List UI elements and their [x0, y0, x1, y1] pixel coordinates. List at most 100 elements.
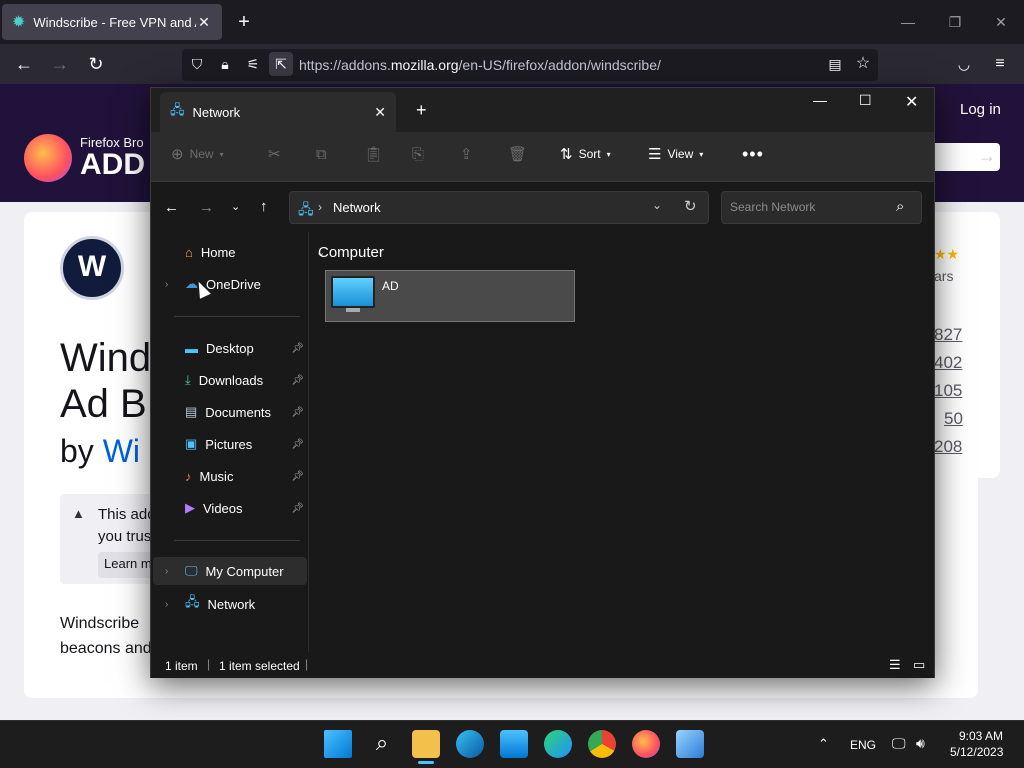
clock-date[interactable]: 5/12/2023: [950, 745, 1003, 759]
new-tab-button[interactable]: +: [416, 100, 427, 121]
add-icon: ⊕: [171, 146, 184, 163]
share-icon[interactable]: ⇪: [460, 142, 473, 166]
search-icon[interactable]: ⌕: [368, 730, 396, 758]
stat-link[interactable]: 827: [934, 325, 962, 345]
more-options-icon[interactable]: •••: [742, 142, 764, 166]
clock-time[interactable]: 9:03 AM: [959, 729, 1003, 743]
refresh-icon[interactable]: ↻: [684, 197, 697, 215]
maximize-icon[interactable]: ☐: [859, 92, 872, 109]
nav-item-downloads[interactable]: ⤓ Downloads 📌︎: [160, 366, 306, 394]
copy-icon[interactable]: ⧉: [316, 142, 327, 166]
address-dropdown-icon[interactable]: ⌄: [652, 198, 662, 212]
close-tab-icon[interactable]: ✕: [374, 104, 386, 121]
tiles-view-icon[interactable]: ▭: [913, 657, 925, 673]
bookmark-star-icon[interactable]: ☆: [851, 52, 875, 76]
chevron-right-icon[interactable]: ›: [165, 599, 168, 610]
chevron-right-icon[interactable]: ›: [165, 566, 168, 577]
forward-icon[interactable]: →: [199, 199, 214, 216]
close-browser-icon[interactable]: ✕: [986, 8, 1016, 36]
addon-author: by Wi: [60, 433, 140, 469]
restore-browser-icon[interactable]: ❐: [940, 8, 970, 36]
amo-search-arrow-icon[interactable]: →: [978, 146, 996, 167]
file-explorer-icon[interactable]: [412, 730, 440, 758]
view-icon: ☰: [648, 146, 662, 163]
group-header-computer[interactable]: Computer: [318, 244, 384, 261]
nav-item-network[interactable]: › 🖧︎ Network: [160, 590, 306, 618]
stat-link[interactable]: 105: [934, 381, 962, 401]
firefox-icon[interactable]: [632, 730, 660, 758]
edge-icon[interactable]: [456, 730, 484, 758]
video-icon: ▶: [185, 500, 195, 515]
reader-view-icon[interactable]: ▤: [823, 52, 847, 76]
details-view-icon[interactable]: ☰: [889, 657, 901, 673]
close-tab-icon[interactable]: ✕: [196, 14, 212, 31]
forward-icon[interactable]: →: [48, 52, 72, 76]
language-indicator[interactable]: ENG: [850, 738, 876, 752]
sort-icon: ⇅: [560, 146, 573, 163]
pocket-icon[interactable]: ◡: [952, 52, 976, 76]
paste-icon[interactable]: 📋︎: [364, 142, 383, 166]
reload-icon[interactable]: ↻: [84, 52, 108, 76]
browser-tab-title: Windscribe - Free VPN and Ad B: [33, 14, 196, 30]
start-icon[interactable]: [324, 730, 352, 758]
stat-link[interactable]: 50: [944, 409, 963, 429]
network-status-icon[interactable]: 🖵︎: [892, 735, 906, 752]
cut-icon[interactable]: ✂: [268, 142, 281, 166]
app-icon[interactable]: [676, 730, 704, 758]
nav-item-my-computer[interactable]: › 🖵︎ My Computer: [153, 557, 307, 585]
new-button[interactable]: ⊕ New ▾: [171, 142, 224, 166]
close-icon[interactable]: ✕: [905, 92, 918, 112]
nav-item-pictures[interactable]: ▣ Pictures 📌︎: [160, 430, 306, 458]
stat-link[interactable]: 402: [934, 353, 962, 373]
rename-icon[interactable]: ⎘: [412, 142, 424, 166]
nav-item-home[interactable]: ⌂ Home: [160, 238, 306, 266]
nav-item-onedrive[interactable]: › ☁ OneDrive: [160, 270, 306, 298]
back-icon[interactable]: ←: [12, 52, 36, 76]
chevron-right-icon[interactable]: ›: [165, 279, 168, 290]
new-tab-button[interactable]: +: [232, 10, 256, 34]
nav-item-desktop[interactable]: ▬ Desktop 📌︎: [160, 334, 306, 362]
rating-stars-icon: ★★: [934, 246, 960, 262]
music-icon: ♪: [185, 468, 192, 484]
nav-item-music[interactable]: ♪ Music 📌︎: [160, 462, 306, 490]
pin-icon[interactable]: 📌︎: [291, 503, 304, 514]
search-placeholder: Search Network: [730, 200, 816, 214]
extension-icon[interactable]: ⇱: [269, 52, 293, 76]
chrome-icon[interactable]: [588, 730, 616, 758]
pin-icon[interactable]: 📌︎: [291, 471, 304, 482]
pin-icon[interactable]: 📌︎: [291, 439, 304, 450]
search-icon[interactable]: ⌕: [896, 198, 904, 215]
home-icon: ⌂: [185, 244, 193, 260]
minimize-icon[interactable]: —: [813, 92, 827, 108]
nav-item-documents[interactable]: ▤ Documents 📌︎: [160, 398, 306, 426]
windscribe-tab-icon: ✹: [12, 14, 26, 31]
windscribe-logo-icon: W: [60, 236, 124, 300]
explorer-tab-network[interactable]: 🖧︎ Network ✕: [160, 92, 396, 132]
menu-icon[interactable]: ≡: [988, 52, 1012, 76]
minimize-browser-icon[interactable]: —: [893, 8, 923, 36]
url-text[interactable]: https://addons.mozilla.org/en-US/firefox…: [299, 57, 661, 73]
permissions-icon[interactable]: ⚟: [241, 52, 265, 76]
nav-item-videos[interactable]: ▶ Videos 📌︎: [160, 494, 306, 522]
chevron-up-icon[interactable]: ⌃: [818, 736, 829, 752]
lock-icon[interactable]: 🔒︎: [213, 52, 237, 76]
app-icon[interactable]: [544, 730, 572, 758]
delete-icon[interactable]: 🗑︎: [508, 142, 527, 166]
pin-icon[interactable]: 📌︎: [291, 343, 304, 354]
volume-icon[interactable]: 🔊︎: [916, 735, 925, 752]
shield-icon[interactable]: ⛉: [185, 52, 209, 76]
computer-icon: [331, 276, 375, 308]
recent-locations-icon[interactable]: ⌄: [231, 200, 240, 213]
browser-tab-windscribe[interactable]: ✹ Windscribe - Free VPN and Ad B ✕: [2, 4, 222, 40]
view-button[interactable]: ☰ View ▾: [648, 142, 703, 166]
pin-icon[interactable]: 📌︎: [291, 407, 304, 418]
store-icon[interactable]: [500, 730, 528, 758]
pin-icon[interactable]: 📌︎: [291, 375, 304, 386]
up-icon[interactable]: ↑: [260, 198, 268, 215]
warning-icon: ▲: [72, 506, 85, 521]
stat-link[interactable]: 208: [934, 437, 962, 457]
sort-button[interactable]: ⇅ Sort ▾: [560, 142, 611, 166]
back-icon[interactable]: ←: [164, 199, 179, 216]
login-link[interactable]: Log in: [960, 101, 1001, 118]
breadcrumb[interactable]: Network: [333, 200, 381, 215]
